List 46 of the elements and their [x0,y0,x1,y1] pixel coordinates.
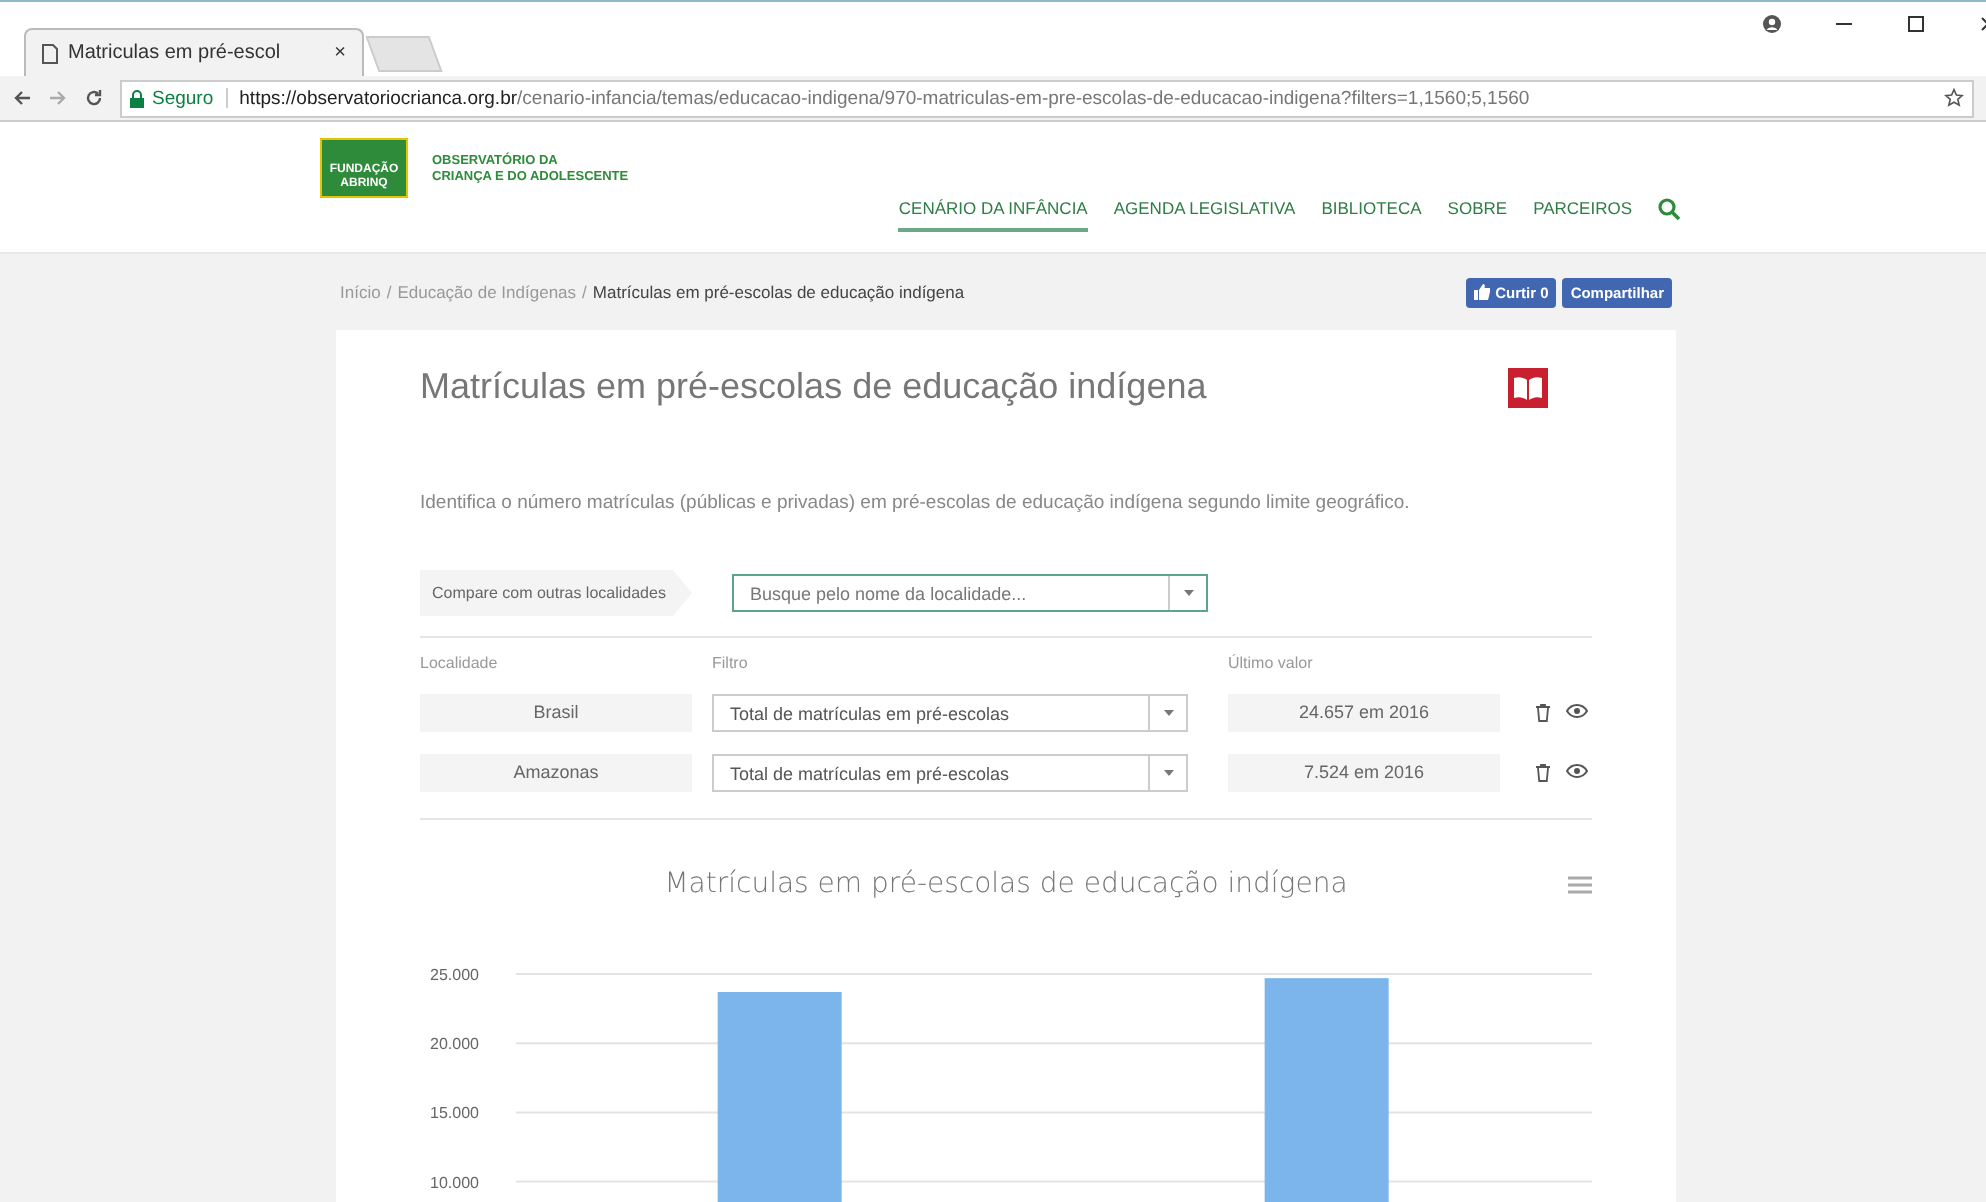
axis-label: 15.000 [430,1104,479,1123]
browser-tab[interactable]: Matriculas em pré-escol × [24,28,364,76]
maximize-icon[interactable] [1906,14,1926,34]
breadcrumb-separator: / [386,282,392,302]
column-header: Localidade [420,654,500,672]
page-icon [42,43,58,63]
eye-icon[interactable] [1566,764,1588,778]
value-cell: 7.524 em 2016 [1228,754,1500,792]
compare-label: Compare com outras localidades [420,570,692,616]
address-bar[interactable]: Seguro https://observatoriocrianca.org.br/cenario-infancia/temas/educacao-indigena/970-matriculas-em-pre-escolas-de-educacao-indigena?filters=1,1560;5,1560 [120,79,1974,117]
trash-icon[interactable] [1536,704,1550,722]
description: Identifica o número matrículas (públicas e privadas) em pré-escolas de educação indígena segundo limite geográfico. [420,492,1412,514]
breadcrumb-current: Matrículas em pré-escolas de educação indígena [592,282,965,302]
nav-link[interactable]: BIBLIOTECA [1321,198,1422,232]
value-cell: 24.657 em 2016 [1228,694,1500,732]
nav-link[interactable]: AGENDA LEGISLATIVA [1113,198,1296,232]
nav-link[interactable]: SOBRE [1447,198,1508,232]
page-title: Matrículas em pré-escolas de educação indígena [420,366,1209,408]
close-icon[interactable] [1978,14,1986,34]
filter-select[interactable]: Total de matrículas em pré-escolas [712,754,1188,792]
nav-link[interactable]: CENÁRIO DA INFÂNCIA [898,198,1088,232]
reload-icon[interactable] [84,88,104,108]
column-header: Filtro [712,654,750,672]
column-header: Último valor [1228,654,1315,672]
axis-label: 10.000 [430,1173,479,1192]
breadcrumb-separator: / [582,282,587,302]
location-search-field[interactable]: Busque pelo nome da localidade... [732,574,1208,612]
account-icon[interactable] [1762,14,1782,34]
search-icon[interactable] [1658,198,1680,220]
chart-title: Matrículas em pré-escolas de educação indígena [662,868,1350,900]
filter-select[interactable]: Total de matrículas em pré-escolas [712,694,1188,732]
axis-label: 20.000 [430,1035,479,1054]
star-icon[interactable] [1944,88,1964,108]
trash-icon[interactable] [1536,764,1550,782]
nav-link[interactable]: PARCEIROS [1533,198,1632,232]
location-cell: Brasil [420,694,692,732]
caret-icon [1183,590,1193,596]
axis-label: 25.000 [430,966,479,984]
eye-icon[interactable] [1566,704,1588,718]
book-icon[interactable] [1508,367,1548,407]
back-icon[interactable] [12,88,32,108]
location-cell: Amazonas [420,754,692,792]
caret-icon [1163,770,1173,776]
lock-icon [130,89,144,107]
thumbs-up-icon [1473,284,1490,300]
caret-icon [1163,710,1173,716]
